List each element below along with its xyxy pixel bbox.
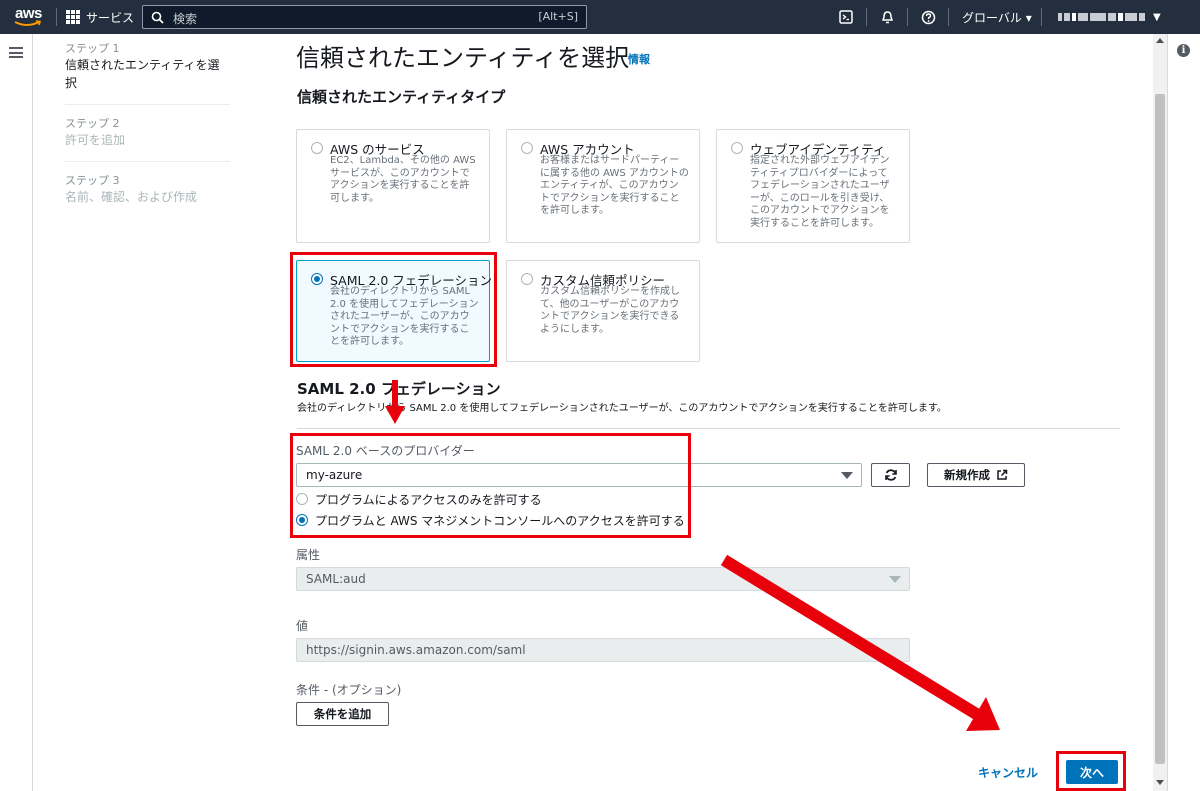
topbar-divider bbox=[948, 8, 949, 26]
tile-web-identity[interactable]: ウェブアイデンティティ 指定された外部ウェブアイデン ティティプロバイダーによって… bbox=[716, 129, 910, 243]
refresh-button[interactable] bbox=[871, 463, 910, 487]
wizard-step-2: ステップ 2 許可を追加 bbox=[65, 117, 230, 162]
cancel-button[interactable]: キャンセル bbox=[978, 764, 1038, 781]
caret-down-icon bbox=[889, 576, 901, 583]
search-placeholder: 検索 bbox=[173, 12, 198, 26]
info-icon[interactable]: i bbox=[1177, 44, 1190, 57]
access-option-programmatic-and-console[interactable]: プログラムと AWS マネジメントコンソールへのアクセスを許可する bbox=[296, 512, 685, 528]
tile-radio[interactable] bbox=[521, 273, 533, 285]
tile-aws-account[interactable]: AWS アカウント お客様またはサードパーティー に属する他の AWS アカウント… bbox=[506, 129, 700, 243]
scrollbar-thumb[interactable] bbox=[1155, 94, 1165, 764]
account-menu[interactable]: ▼ bbox=[1058, 9, 1161, 25]
tile-description: 会社のディレクトリから SAML 2.0 を使用してフェデレーション されたユーザー… bbox=[330, 286, 479, 347]
aws-logo[interactable]: aws bbox=[14, 5, 44, 29]
search-icon bbox=[151, 11, 164, 24]
access-option-label: プログラムによるアクセスのみを許可する bbox=[315, 492, 542, 507]
notifications-button[interactable] bbox=[878, 8, 896, 26]
scroll-up-arrow-icon[interactable] bbox=[1156, 38, 1164, 43]
refresh-icon bbox=[884, 469, 897, 481]
condition-label: 条件 - (オプション) bbox=[296, 683, 402, 697]
attribute-value: SAML:aud bbox=[306, 572, 366, 586]
attribute-select: SAML:aud bbox=[296, 567, 910, 591]
topbar-divider bbox=[907, 8, 908, 26]
wizard-step-3: ステップ 3 名前、確認、および作成 bbox=[65, 174, 230, 218]
next-button[interactable]: 次へ bbox=[1066, 760, 1118, 784]
cloudshell-button[interactable] bbox=[837, 8, 855, 26]
tile-radio[interactable] bbox=[521, 142, 533, 154]
saml-section-heading: SAML 2.0 フェデレーション bbox=[297, 380, 501, 398]
caret-down-icon bbox=[841, 472, 853, 479]
iam-create-role-page: aws サービス 検索 [Alt+S] グローバル ▾ ▼ ステップ 1 信頼さ… bbox=[0, 0, 1200, 791]
create-new-provider-button[interactable]: 新規作成 bbox=[927, 463, 1025, 487]
tile-saml-federation[interactable]: SAML 2.0 フェデレーション 会社のディレクトリから SAML 2.0 を使… bbox=[296, 260, 492, 362]
step-number: ステップ 2 bbox=[65, 117, 120, 130]
value-field-text: https://signin.aws.amazon.com/saml bbox=[306, 643, 526, 657]
entity-type-heading: 信頼されたエンティティタイプ bbox=[297, 88, 506, 106]
services-label: サービス bbox=[86, 10, 135, 25]
top-navigation-bar: aws サービス 検索 [Alt+S] グローバル ▾ ▼ bbox=[0, 0, 1200, 34]
radio-button-selected[interactable] bbox=[296, 514, 308, 526]
tile-description: カスタム信頼ポリシーを作成し て、他のユーザーがこのアカウ ントでアクションを実行で… bbox=[540, 286, 680, 335]
wizard-step-1[interactable]: ステップ 1 信頼されたエンティティを選択 bbox=[65, 42, 230, 105]
provider-selected-value: my-azure bbox=[306, 468, 363, 482]
value-input: https://signin.aws.amazon.com/saml bbox=[296, 638, 910, 662]
add-condition-button[interactable]: 条件を追加 bbox=[296, 702, 389, 726]
step-number: ステップ 1 bbox=[65, 42, 120, 55]
help-panel-strip: i bbox=[1167, 34, 1200, 791]
tile-radio[interactable] bbox=[731, 142, 743, 154]
access-option-label: プログラムと AWS マネジメントコンソールへのアクセスを許可する bbox=[315, 513, 685, 528]
help-icon bbox=[921, 10, 935, 24]
services-menu-button[interactable]: サービス bbox=[66, 8, 134, 26]
section-divider bbox=[297, 428, 1120, 429]
value-label: 値 bbox=[296, 619, 309, 633]
step-name: 信頼されたエンティティを選択 bbox=[65, 58, 220, 90]
grid-icon bbox=[66, 10, 80, 24]
wizard-steps: ステップ 1 信頼されたエンティティを選択 ステップ 2 許可を追加 ステップ … bbox=[65, 42, 230, 230]
topbar-divider bbox=[56, 8, 57, 26]
info-link[interactable]: 情報 bbox=[628, 51, 650, 67]
aws-smile-icon bbox=[14, 20, 42, 26]
bell-icon bbox=[881, 10, 893, 23]
step-name: 名前、確認、および作成 bbox=[65, 190, 198, 204]
tile-description: EC2、Lambda、その他の AWS サービスが、このアカウントで アクションを実… bbox=[330, 155, 476, 204]
external-link-icon bbox=[997, 469, 1008, 480]
tile-aws-service[interactable]: AWS のサービス EC2、Lambda、その他の AWS サービスが、このアカウ… bbox=[296, 129, 490, 243]
tile-radio-selected[interactable] bbox=[311, 273, 323, 285]
topbar-divider bbox=[1041, 8, 1042, 26]
tile-description: 指定された外部ウェブアイデン ティティプロバイダーによって フェデレーションされたユ… bbox=[750, 155, 890, 229]
create-new-label: 新規作成 bbox=[944, 468, 990, 482]
terminal-icon bbox=[839, 10, 853, 24]
radio-button[interactable] bbox=[296, 493, 308, 505]
page-title: 信頼されたエンティティを選択 bbox=[296, 44, 630, 72]
provider-label: SAML 2.0 ベースのプロバイダー bbox=[296, 444, 475, 458]
search-input[interactable]: 検索 [Alt+S] bbox=[142, 5, 587, 29]
saml-section-description: 会社のディレクトリから SAML 2.0 を使用してフェデレーションされたユーザ… bbox=[297, 403, 947, 414]
chevron-down-icon: ▼ bbox=[1153, 11, 1161, 23]
search-shortcut: [Alt+S] bbox=[538, 10, 578, 23]
tile-description: お客様またはサードパーティー に属する他の AWS アカウントの エンティティが、こ… bbox=[540, 155, 689, 216]
tile-custom-trust-policy[interactable]: カスタム信頼ポリシー カスタム信頼ポリシーを作成し て、他のユーザーがこのアカウン… bbox=[506, 260, 700, 362]
step-number: ステップ 3 bbox=[65, 174, 120, 187]
help-button[interactable] bbox=[919, 8, 937, 26]
attribute-label: 属性 bbox=[296, 548, 321, 562]
topbar-divider bbox=[866, 8, 867, 26]
step-name: 許可を追加 bbox=[65, 133, 126, 147]
hamburger-menu-icon[interactable] bbox=[9, 47, 23, 58]
scroll-down-arrow-icon[interactable] bbox=[1156, 780, 1164, 785]
region-selector[interactable]: グローバル ▾ bbox=[962, 9, 1032, 26]
vertical-scrollbar[interactable] bbox=[1153, 34, 1167, 791]
side-navigation-toggle-strip bbox=[0, 34, 33, 791]
access-option-programmatic[interactable]: プログラムによるアクセスのみを許可する bbox=[296, 491, 542, 507]
provider-select[interactable]: my-azure bbox=[296, 463, 862, 487]
tile-radio[interactable] bbox=[311, 142, 323, 154]
